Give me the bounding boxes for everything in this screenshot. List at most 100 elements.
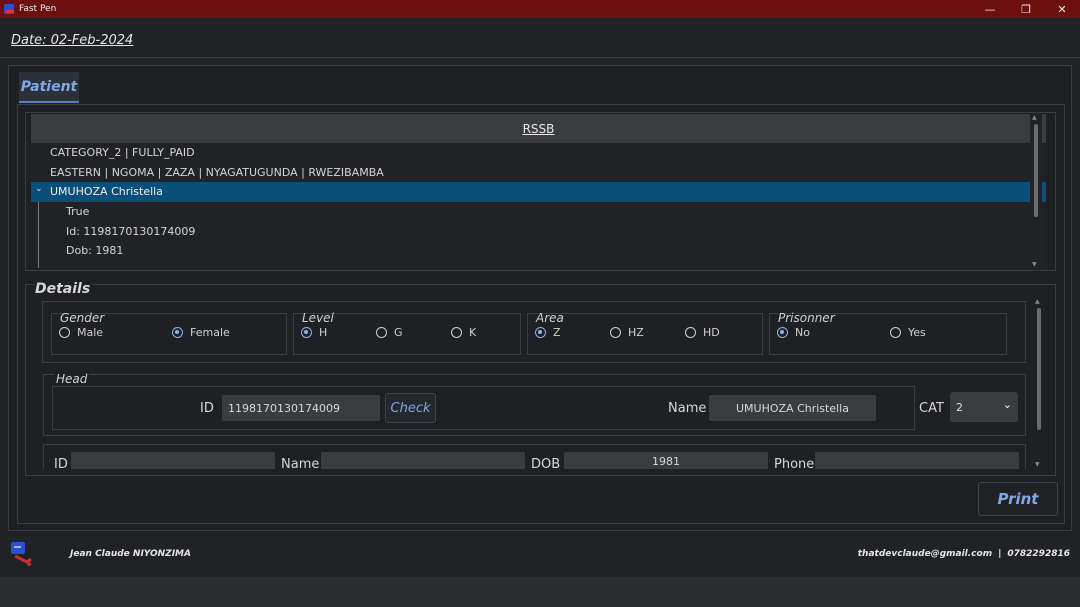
member-name-label: Name bbox=[281, 457, 320, 469]
contact-info: thatdevclaude@gmail.com | 0782292816 bbox=[858, 549, 1070, 559]
scroll-up-icon[interactable]: ▲ bbox=[1032, 114, 1037, 121]
tree-row-label: Dob: 1981 bbox=[66, 244, 124, 258]
print-button[interactable]: Print bbox=[978, 482, 1058, 516]
radio-label: Male bbox=[77, 326, 104, 339]
head-inner: ID 1198170130174009 Check Name UMUHOZA C… bbox=[52, 386, 915, 430]
restore-button[interactable]: ❐ bbox=[1008, 0, 1044, 18]
radio-label: No bbox=[795, 326, 810, 339]
level-label: Level bbox=[302, 311, 334, 325]
tree-row-label: EASTERN | NGOMA | ZAZA | NYAGATUGUNDA | … bbox=[50, 165, 384, 179]
cat-value: 2 bbox=[956, 400, 963, 414]
area-label: Area bbox=[536, 311, 564, 325]
head-id-input[interactable]: 1198170130174009 bbox=[222, 395, 380, 421]
developer-name: Jean Claude NIYONZIMA bbox=[70, 549, 191, 559]
patient-tree-view[interactable]: RSSB CATEGORY_2 | FULLY_PAID EASTERN | N… bbox=[31, 114, 1046, 268]
developer-email: thatdevclaude@gmail.com bbox=[857, 549, 993, 559]
tree-row-label: Id: 1198170130174009 bbox=[66, 224, 196, 238]
radio-label: K bbox=[469, 326, 477, 339]
gender-male-radio[interactable]: Male bbox=[59, 326, 103, 339]
tree-header[interactable]: RSSB bbox=[31, 114, 1046, 143]
tree-row-category[interactable]: CATEGORY_2 | FULLY_PAID bbox=[31, 143, 1046, 163]
head-name-input[interactable]: UMUHOZA Christella bbox=[709, 395, 876, 421]
tree-row-label: True bbox=[66, 205, 90, 219]
separator: | bbox=[998, 549, 1002, 559]
minimize-button[interactable]: — bbox=[972, 0, 1008, 18]
area-z-radio[interactable]: Z bbox=[535, 326, 561, 339]
member-id-input[interactable] bbox=[71, 452, 275, 469]
radio-label: H bbox=[319, 326, 328, 339]
app-logo-icon bbox=[4, 4, 14, 14]
check-button[interactable]: Check bbox=[385, 393, 436, 423]
head-frame: Head ID 1198170130174009 Check Name UMUH… bbox=[43, 372, 1026, 436]
radio-checked-icon bbox=[172, 327, 183, 338]
member-name-input[interactable] bbox=[321, 452, 525, 469]
level-h-radio[interactable]: H bbox=[301, 326, 327, 339]
head-title: Head bbox=[54, 372, 90, 386]
radio-label: HD bbox=[703, 326, 720, 339]
radio-label: HZ bbox=[628, 326, 644, 339]
area-hd-radio[interactable]: HD bbox=[685, 326, 720, 339]
area-hz-radio[interactable]: HZ bbox=[610, 326, 644, 339]
tree-branch-line bbox=[38, 202, 39, 268]
radio-label: Female bbox=[190, 326, 230, 339]
prisonner-group: Prisonner No Yes bbox=[769, 311, 1007, 355]
bottom-strip bbox=[0, 577, 1080, 607]
level-k-radio[interactable]: K bbox=[451, 326, 476, 339]
date-bar: Date: 02-Feb-2024 bbox=[0, 20, 1080, 58]
prisonner-yes-radio[interactable]: Yes bbox=[890, 326, 926, 339]
scroll-up-icon[interactable]: ▲ bbox=[1035, 298, 1040, 305]
gender-group: Gender Male Female bbox=[51, 311, 287, 355]
radio-checked-icon bbox=[535, 327, 546, 338]
scroll-down-icon[interactable]: ▼ bbox=[1032, 261, 1037, 268]
member-dob-label: DOB bbox=[531, 457, 561, 469]
member-row: ID Name DOB 1981 Phone bbox=[43, 444, 1026, 469]
tree-row-dob[interactable]: Dob: 1981 bbox=[31, 241, 1046, 261]
radio-checked-icon bbox=[301, 327, 312, 338]
developer-logo-icon bbox=[11, 542, 32, 566]
radio-label: Yes bbox=[908, 326, 926, 339]
head-id-label: ID bbox=[200, 401, 214, 416]
radio-icon bbox=[685, 327, 696, 338]
cat-select[interactable]: 2 ⌄ bbox=[950, 392, 1018, 422]
chevron-down-icon[interactable]: ⌄ bbox=[35, 184, 43, 194]
developer-phone: 0782292816 bbox=[1007, 549, 1070, 559]
radio-label: G bbox=[394, 326, 403, 339]
cat-label: CAT bbox=[919, 401, 944, 416]
member-phone-label: Phone bbox=[774, 457, 815, 469]
scrollbar-thumb[interactable] bbox=[1037, 308, 1041, 430]
main-panel: Patient RSSB CATEGORY_2 | FULLY_PAID EAS… bbox=[8, 65, 1072, 531]
gender-female-radio[interactable]: Female bbox=[172, 326, 230, 339]
window-title: Fast Pen bbox=[19, 4, 57, 14]
radio-icon bbox=[376, 327, 387, 338]
radio-icon bbox=[451, 327, 462, 338]
head-name-label: Name bbox=[668, 401, 707, 416]
level-group: Level H G K bbox=[293, 311, 521, 355]
prisonner-no-radio[interactable]: No bbox=[777, 326, 810, 339]
chevron-down-icon: ⌄ bbox=[1002, 398, 1012, 411]
tree-scrollbar[interactable]: ▲ ▼ bbox=[1030, 114, 1042, 268]
tree-row-patient[interactable]: ⌄ UMUHOZA Christella bbox=[31, 182, 1046, 202]
tab-patient[interactable]: Patient bbox=[19, 72, 79, 103]
radio-checked-icon bbox=[777, 327, 788, 338]
radio-icon bbox=[610, 327, 621, 338]
close-button[interactable]: ✕ bbox=[1044, 0, 1080, 18]
date-label: Date: 02-Feb-2024 bbox=[11, 33, 134, 48]
radio-label: Z bbox=[553, 326, 561, 339]
radio-icon bbox=[890, 327, 901, 338]
scrollbar-thumb[interactable] bbox=[1034, 124, 1038, 217]
options-row: Gender Male Female Level H G K Area Z HZ… bbox=[42, 301, 1026, 363]
scroll-down-icon[interactable]: ▼ bbox=[1035, 461, 1040, 468]
tree-row-location[interactable]: EASTERN | NGOMA | ZAZA | NYAGATUGUNDA | … bbox=[31, 163, 1046, 183]
tree-row-id[interactable]: Id: 1198170130174009 bbox=[31, 221, 1046, 241]
footer: Jean Claude NIYONZIMA thatdevclaude@gmai… bbox=[0, 537, 1080, 577]
tree-row-label: CATEGORY_2 | FULLY_PAID bbox=[50, 146, 195, 160]
member-phone-input[interactable] bbox=[815, 452, 1019, 469]
details-scrollbar[interactable]: ▲ ▼ bbox=[1033, 298, 1045, 468]
tree-row-status[interactable]: True bbox=[31, 202, 1046, 222]
member-id-label: ID bbox=[54, 457, 68, 469]
level-g-radio[interactable]: G bbox=[376, 326, 403, 339]
window-controls: — ❐ ✕ bbox=[972, 0, 1080, 18]
member-dob-input[interactable]: 1981 bbox=[564, 452, 768, 469]
prisonner-label: Prisonner bbox=[778, 311, 835, 325]
details-title: Details bbox=[35, 281, 93, 297]
